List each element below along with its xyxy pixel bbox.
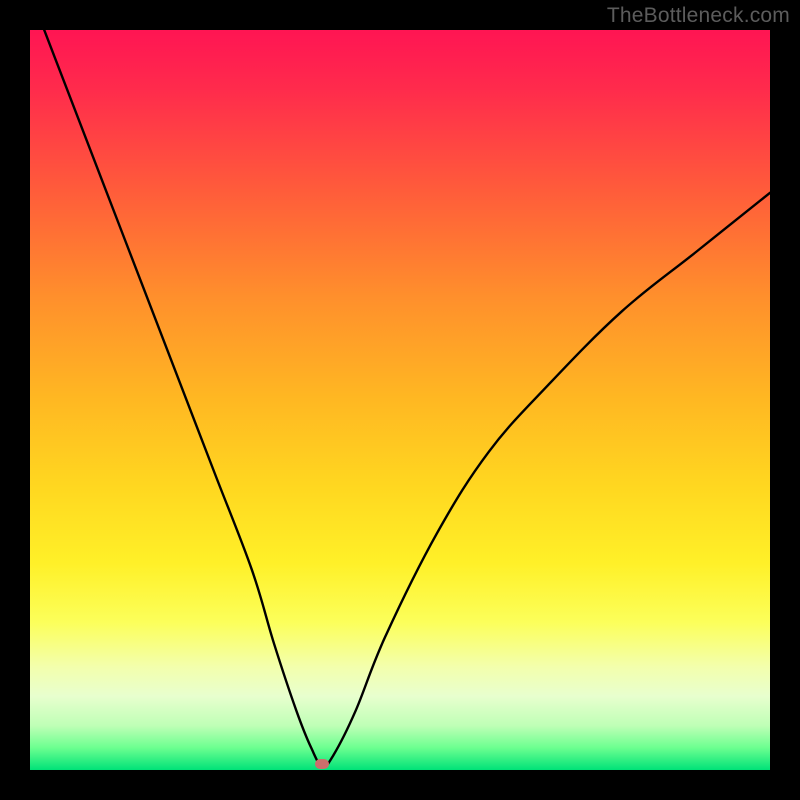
- optimum-marker: [315, 759, 329, 769]
- plot-area: [30, 30, 770, 770]
- chart-frame: TheBottleneck.com: [0, 0, 800, 800]
- watermark-text: TheBottleneck.com: [607, 4, 790, 28]
- bottleneck-curve: [30, 30, 770, 770]
